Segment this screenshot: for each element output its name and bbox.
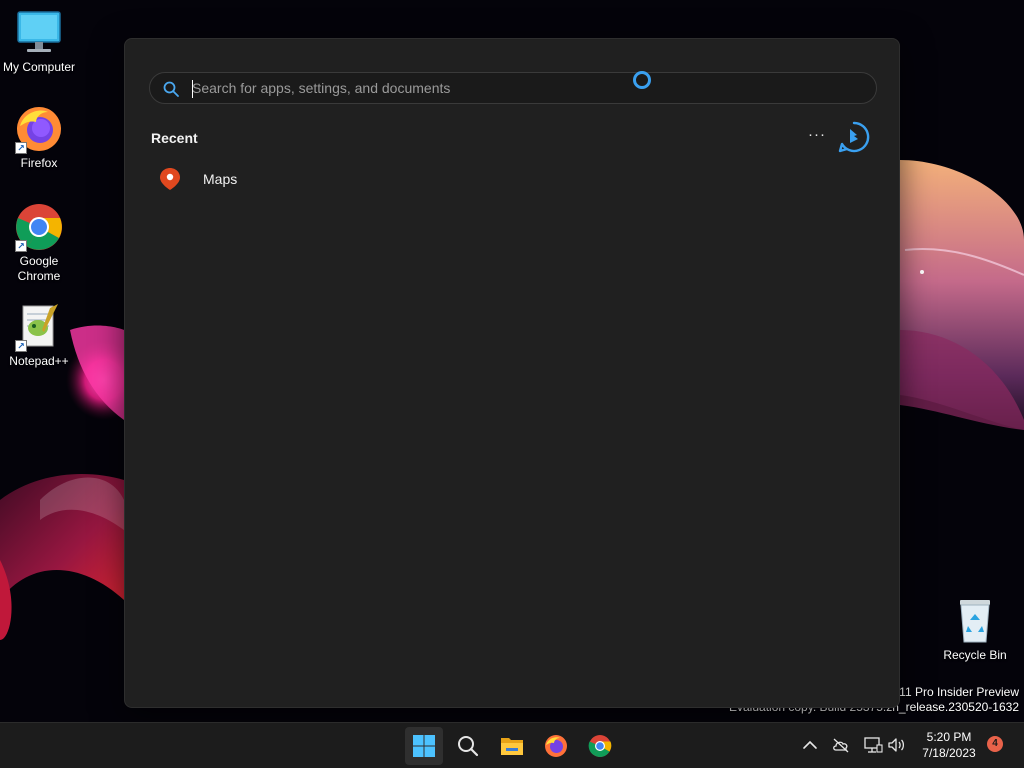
desktop-icon-firefox[interactable]: ↗ Firefox [0,104,78,171]
shortcut-arrow-icon: ↗ [15,142,27,154]
show-hidden-chevron-icon[interactable] [800,735,820,755]
notepadpp-icon: ↗ [14,302,64,352]
desktop-icon-recycle-bin[interactable]: Recycle Bin [936,596,1014,663]
firefox-icon [545,735,567,757]
search-input[interactable] [192,73,792,103]
desktop-icon-notepadpp[interactable]: ↗ Notepad++ [0,302,78,369]
more-options-button[interactable]: ··· [805,125,829,149]
monitor-icon [14,8,64,58]
taskbar: 5:20 PM 7/18/2023 4 [0,722,1024,768]
taskbar-search-button[interactable] [449,727,487,765]
desktop-icon-my-computer[interactable]: My Computer [0,8,78,75]
chrome-icon [588,735,612,757]
loading-ring-icon [633,71,651,89]
recent-heading: Recent [151,130,198,146]
search-panel: Recent ··· Maps [124,38,900,708]
maps-pin-icon [160,168,180,190]
search-icon [458,736,479,757]
start-icon [413,735,435,757]
notification-badge[interactable]: 4 [987,736,1003,752]
desktop-icon-google-chrome[interactable]: ↗ Google Chrome [0,202,78,284]
text-caret [192,80,193,98]
clock-date: 7/18/2023 [922,746,976,760]
recycle-bin-icon [950,596,1000,646]
watermark-edition: s 11 Pro Insider Preview [889,685,1019,699]
chrome-icon: ↗ [14,202,64,252]
start-button[interactable] [405,727,443,765]
bing-chat-button[interactable] [837,120,871,154]
cloud-offline-icon[interactable] [831,735,851,755]
taskbar-chrome-button[interactable] [581,727,619,765]
search-icon [163,81,179,97]
desktop-icon-label: Firefox [20,156,58,170]
recent-item-label: Maps [203,171,238,187]
system-clock[interactable]: 5:20 PM 7/18/2023 [912,729,986,761]
recent-item-maps[interactable]: Maps [151,163,451,195]
firefox-icon: ↗ [14,104,64,154]
file-explorer-button[interactable] [493,727,531,765]
volume-icon[interactable] [886,735,906,755]
desktop-icon-label: Recycle Bin [943,648,1007,662]
search-box[interactable] [149,72,877,104]
desktop-icon-label: My Computer [2,60,76,74]
clock-time: 5:20 PM [926,730,972,744]
shortcut-arrow-icon: ↗ [15,340,27,352]
network-icon[interactable] [863,735,883,755]
desktop-icon-label: Google Chrome [17,254,61,283]
desktop-icon-label: Notepad++ [9,354,69,368]
shortcut-arrow-icon: ↗ [15,240,27,252]
bing-icon [838,121,870,153]
file-explorer-icon [501,738,523,755]
taskbar-firefox-button[interactable] [537,727,575,765]
